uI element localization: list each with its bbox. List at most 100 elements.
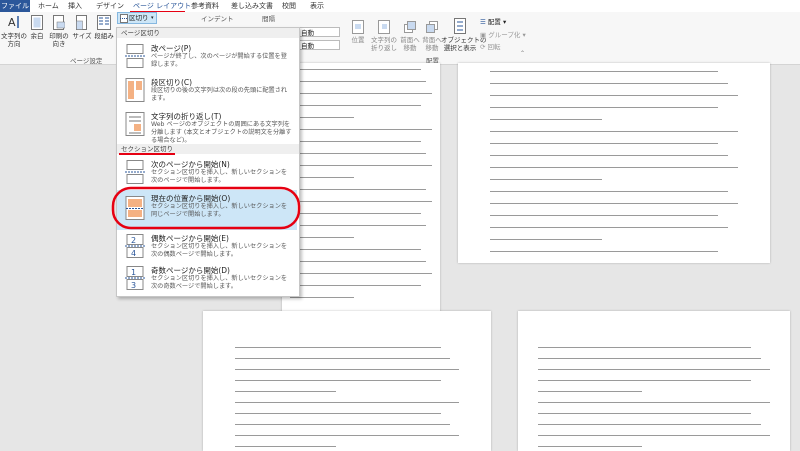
text-line <box>290 261 427 263</box>
tab-view[interactable]: 表示 <box>310 0 324 12</box>
text-line <box>490 251 719 253</box>
document-page[interactable] <box>282 63 440 315</box>
text-line <box>235 446 336 448</box>
menu-item-description: Web ページのオブジェクトの周囲にある文字列を分離します (本文とオブジェクト… <box>151 121 292 144</box>
tab-insert[interactable]: 挿入 <box>68 0 82 12</box>
text-line <box>538 402 770 404</box>
chevron-down-icon: ▾ <box>502 18 507 26</box>
text-line <box>490 203 738 205</box>
margins-icon <box>31 15 43 30</box>
send-backward-button[interactable]: 背面へ 移動 <box>421 14 443 54</box>
group-icon: ▣ <box>480 31 487 39</box>
svg-text:A: A <box>8 16 16 29</box>
size-icon <box>76 15 87 30</box>
align-label: 配置 <box>487 18 501 26</box>
text-line <box>290 201 432 203</box>
columns-button[interactable]: 段組み <box>93 14 115 54</box>
spacing-label: 間隔 <box>262 15 275 23</box>
group-label: グループ化 <box>488 31 521 39</box>
text-line <box>538 446 643 448</box>
orientation-button[interactable]: 印刷の 向き <box>48 14 70 54</box>
document-page[interactable] <box>458 63 770 263</box>
text-line <box>490 119 602 121</box>
tab-design[interactable]: デザイン <box>96 0 124 12</box>
menu-item-even-page[interactable]: 24 偶数ページから開始(E) セクション区切りを挿入し、新しいセクションを次の… <box>117 230 297 262</box>
tab-mailings[interactable]: 差し込み文書 <box>231 0 273 12</box>
text-line <box>490 71 719 73</box>
tab-file[interactable]: ファイル <box>0 0 30 12</box>
position-label: 位置 <box>351 36 365 44</box>
collapse-ribbon-icon[interactable]: ⌃ <box>520 50 525 57</box>
text-line <box>290 93 432 95</box>
text-line <box>538 347 752 349</box>
menu-item-odd-page[interactable]: 13 奇数ページから開始(D) セクション区切りを挿入し、新しいセクションを次の… <box>117 262 297 294</box>
wrap-text-label: 文字列の 折り返し <box>371 36 397 52</box>
position-icon <box>352 20 364 34</box>
text-line <box>235 358 451 360</box>
text-line <box>290 285 421 287</box>
group-button[interactable]: ▣ グループ化 ▾ <box>480 29 526 39</box>
text-line <box>290 69 421 71</box>
text-direction-icon: A <box>8 16 19 29</box>
tab-references[interactable]: 参考資料 <box>191 0 219 12</box>
rotate-label: 回転 <box>487 43 501 51</box>
text-direction-label: 文字列の 方向 <box>1 32 27 48</box>
text-line <box>290 297 354 299</box>
menu-item-description: ページが終了し、次のページが開始する位置を登録します。 <box>151 53 287 68</box>
text-line <box>290 273 432 275</box>
text-line <box>235 347 442 349</box>
document-page[interactable] <box>518 311 790 451</box>
tab-review[interactable]: 校閲 <box>282 0 296 12</box>
breaks-button[interactable]: 区切り ▾ <box>117 12 157 24</box>
text-line <box>235 435 459 437</box>
text-line <box>538 435 770 437</box>
bring-forward-button[interactable]: 前面へ 移動 <box>399 14 421 54</box>
text-line <box>290 81 427 83</box>
text-line <box>490 131 738 133</box>
chevron-down-icon: ▾ <box>522 31 526 39</box>
text-line <box>490 227 729 229</box>
columns-icon <box>97 15 111 30</box>
selection-pane-button[interactable]: オブジェクトの 選択と表示 <box>441 14 487 54</box>
spacing-after-input[interactable]: 自動 <box>298 40 340 50</box>
text-line <box>290 141 421 143</box>
orientation-label: 印刷の 向き <box>49 32 69 48</box>
text-line <box>290 213 421 215</box>
text-line <box>538 380 752 382</box>
send-backward-label: 背面へ 移動 <box>422 36 442 52</box>
align-button[interactable]: ☰ 配置 ▾ <box>480 16 506 26</box>
text-direction-button[interactable]: A 文字列の 方向 <box>1 14 27 54</box>
text-line <box>490 155 729 157</box>
breaks-label: 区切り <box>129 14 149 22</box>
breaks-icon <box>120 14 128 23</box>
page-break-icon <box>125 44 145 68</box>
text-line <box>490 167 738 169</box>
odd-page-section-icon: 13 <box>125 266 145 290</box>
menu-item-column-break[interactable]: 段区切り(C) 段区切りの後の文字列は次の段の先頭に配置されます。 <box>117 74 297 108</box>
size-button[interactable]: サイズ <box>72 14 92 54</box>
text-line <box>490 83 729 85</box>
svg-text:3: 3 <box>131 281 136 290</box>
spacing-before-input[interactable]: 自動 <box>298 27 340 37</box>
wrap-text-button[interactable]: 文字列の 折り返し <box>370 14 398 54</box>
even-page-section-icon: 24 <box>125 234 145 258</box>
text-line <box>538 358 761 360</box>
document-page[interactable] <box>203 311 491 451</box>
svg-text:1: 1 <box>131 268 136 277</box>
margins-button[interactable]: 余白 <box>28 14 46 54</box>
breaks-dropdown-menu: ページ区切り 改ページ(P) ページが終了し、次のページが開始する位置を登録しま… <box>116 27 300 297</box>
rotate-button[interactable]: ⟳ 回転 <box>480 41 501 51</box>
text-line <box>290 153 427 155</box>
margins-label: 余白 <box>30 32 44 40</box>
align-icon: ☰ <box>480 18 486 26</box>
bring-forward-label: 前面へ 移動 <box>400 36 420 52</box>
menu-item-page-break[interactable]: 改ページ(P) ページが終了し、次のページが開始する位置を登録します。 <box>117 40 297 74</box>
selection-pane-icon <box>454 18 466 34</box>
text-line <box>290 249 421 251</box>
text-line <box>235 402 459 404</box>
text-line <box>490 179 602 181</box>
tab-home[interactable]: ホーム <box>38 0 59 12</box>
text-line <box>290 129 432 131</box>
position-button[interactable]: 位置 <box>347 14 369 54</box>
section-breaks-underline <box>119 153 175 155</box>
